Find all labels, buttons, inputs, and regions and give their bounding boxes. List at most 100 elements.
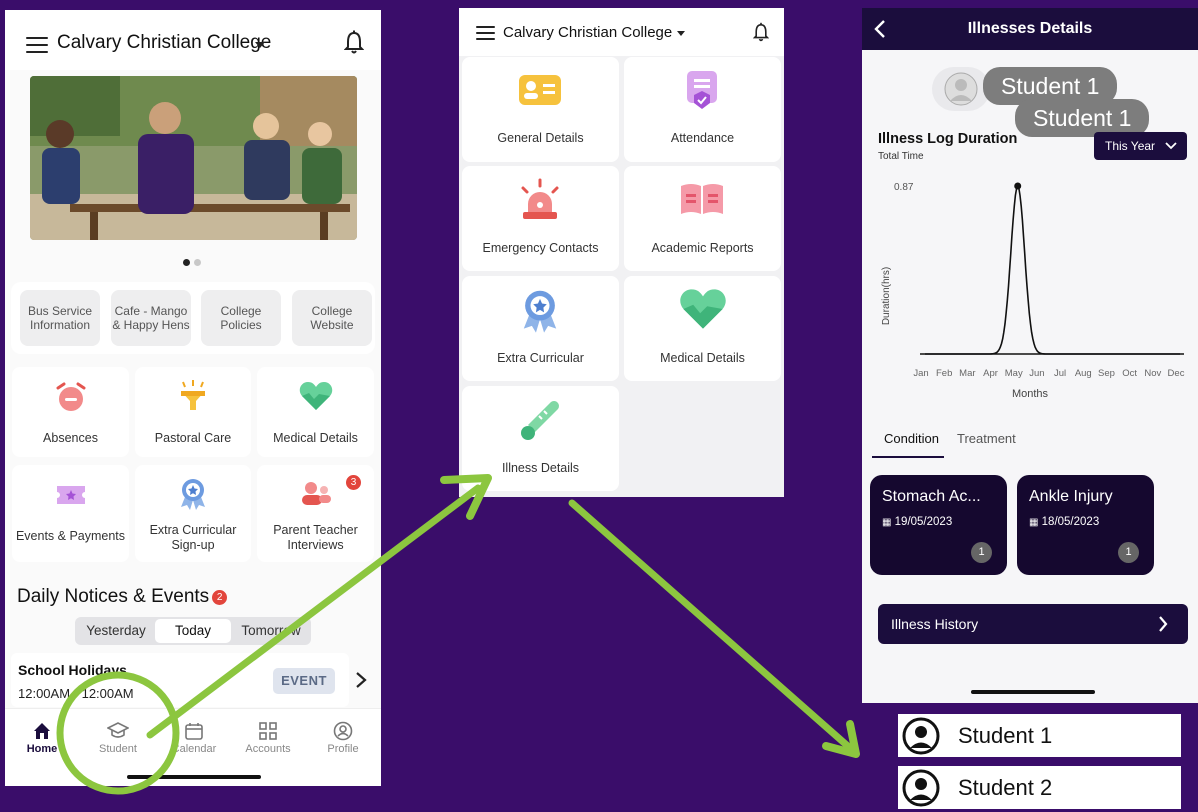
quick-link-bus-service[interactable]: Bus Service Information	[20, 290, 100, 346]
bottom-tab-bar: Home Student Calendar Accounts Profile	[5, 708, 381, 786]
bell-icon[interactable]	[753, 22, 769, 42]
x-tick-label: Nov	[1144, 368, 1161, 379]
menu-icon[interactable]	[26, 37, 48, 53]
period-label: This Year	[1105, 139, 1156, 153]
home-indicator	[971, 690, 1095, 694]
condition-date-text: 18/05/2023	[1041, 516, 1100, 528]
menu-general-details[interactable]: General Details	[462, 57, 619, 162]
condition-card[interactable]: Stomach Ac... ▦ 19/05/2023 1	[870, 475, 1007, 575]
book-icon	[681, 184, 723, 214]
tab-accounts[interactable]: Accounts	[233, 721, 303, 755]
menu-label: General Details	[497, 131, 584, 145]
condition-date: ▦ 18/05/2023	[1029, 516, 1099, 528]
chart-title: Illness Log Duration	[878, 131, 1018, 147]
tile-extra-curricular-signup[interactable]: Extra Curricular Sign-up	[135, 465, 251, 562]
tile-parent-teacher-interviews[interactable]: 3 Parent Teacher Interviews	[257, 465, 374, 562]
illness-history-button[interactable]: Illness History	[878, 604, 1188, 644]
menu-medical-details[interactable]: Medical Details	[624, 276, 781, 381]
x-axis-label: Months	[1012, 388, 1049, 400]
school-selector[interactable]: Calvary Christian College	[503, 24, 672, 41]
x-tick-label: Jan	[913, 368, 928, 379]
condition-date-text: 19/05/2023	[894, 516, 953, 528]
condition-card[interactable]: Ankle Injury ▦ 18/05/2023 1	[1017, 475, 1154, 575]
segment-yesterday[interactable]: Yesterday	[79, 619, 153, 643]
calendar-icon: ▦	[1029, 517, 1039, 528]
header-bar: Illnesses Details	[862, 8, 1198, 50]
quick-link-cafe[interactable]: Cafe - Mango & Happy Hens	[111, 290, 191, 346]
tab-home[interactable]: Home	[7, 721, 77, 755]
segment-tomorrow[interactable]: Tomorrow	[233, 619, 309, 643]
menu-label: Academic Reports	[651, 241, 754, 255]
tile-label: Extra Curricular Sign-up	[149, 523, 237, 552]
id-card-icon	[519, 75, 561, 105]
student-name: Student 2	[958, 775, 1053, 800]
quick-link-college-website[interactable]: College Website	[292, 290, 372, 346]
award-icon	[523, 290, 557, 333]
tab-label: Calendar	[171, 743, 217, 755]
menu-attendance[interactable]: Attendance	[624, 57, 781, 162]
chevron-right-icon[interactable]	[355, 671, 367, 689]
condition-count-badge: 1	[1118, 542, 1139, 563]
tile-label: Pastoral Care	[154, 431, 232, 445]
menu-label: Attendance	[670, 131, 735, 145]
tab-profile[interactable]: Profile	[308, 721, 378, 755]
notices-title: Daily Notices & Events	[17, 586, 210, 607]
quick-link-college-policies[interactable]: College Policies	[201, 290, 281, 346]
chart-subtitle: Total Time	[878, 151, 924, 162]
arrow-to-student-list	[568, 499, 854, 752]
tile-events-payments[interactable]: Events & Payments	[12, 465, 129, 562]
condition-count-badge: 1	[971, 542, 992, 563]
home-indicator	[127, 775, 261, 779]
home-screen: Calvary Christian College Bus Service In…	[5, 10, 381, 786]
menu-emergency-contacts[interactable]: Emergency Contacts	[462, 166, 619, 271]
period-dropdown[interactable]: This Year	[1094, 132, 1187, 160]
active-tab-underline	[872, 456, 944, 458]
carousel-dots[interactable]	[183, 253, 205, 271]
x-tick-labels: Jan Feb Mar Apr May Jun Jul Aug Sep Oct Nov Dec	[913, 368, 1184, 379]
top-bar: Calvary Christian College	[5, 10, 381, 70]
illness-details-screen: Illnesses Details Student 1 Student 1 Il…	[862, 8, 1198, 703]
peak-value-label: 0.87	[894, 182, 914, 193]
bell-icon[interactable]	[344, 30, 364, 54]
chevron-down-icon	[1165, 142, 1177, 150]
thermometer-icon	[521, 401, 559, 440]
menu-illness-details[interactable]: Illness Details	[462, 386, 619, 491]
segment-today[interactable]: Today	[155, 619, 231, 643]
notice-item[interactable]: School Holidays 12:00AM - 12:00AM EVENT	[11, 653, 367, 707]
illness-history-label: Illness History	[891, 616, 979, 632]
x-tick-label: Sep	[1098, 368, 1115, 379]
tile-medical-details[interactable]: Medical Details	[257, 367, 374, 457]
menu-academic-reports[interactable]: Academic Reports	[624, 166, 781, 271]
menu-extra-curricular[interactable]: Extra Curricular	[462, 276, 619, 381]
student-option-2[interactable]: Student 2	[898, 766, 1181, 809]
menu-icon[interactable]	[476, 26, 495, 40]
tile-pastoral-care[interactable]: Pastoral Care	[135, 367, 251, 457]
student-switcher[interactable]	[932, 67, 990, 111]
chevron-down-icon[interactable]	[677, 31, 685, 36]
ticket-icon	[57, 486, 85, 504]
tab-treatment[interactable]: Treatment	[957, 431, 1016, 446]
chevron-down-icon[interactable]	[255, 42, 265, 48]
graduation-cap-icon	[107, 722, 129, 738]
award-icon	[181, 479, 205, 510]
school-selector[interactable]: Calvary Christian College	[57, 32, 271, 54]
x-tick-label: Mar	[959, 368, 975, 379]
menu-label: Illness Details	[501, 461, 580, 475]
x-tick-label: Dec	[1168, 368, 1185, 379]
tile-label: Medical Details	[273, 431, 358, 445]
student-option-1[interactable]: Student 1	[898, 714, 1181, 757]
tile-absences[interactable]: Absences	[12, 367, 129, 457]
tab-condition[interactable]: Condition	[884, 431, 939, 446]
alarm-clock-icon	[56, 382, 86, 411]
illness-duration-chart: Duration(hrs) Months 0.87 Jan Feb Mar Apr Ma…	[881, 182, 1185, 400]
x-tick-label: Oct	[1122, 368, 1137, 379]
condition-date: ▦ 19/05/2023	[882, 516, 952, 528]
day-segmented-control: Yesterday Today Tomorrow	[75, 617, 311, 645]
peak-point	[1014, 182, 1022, 190]
tab-calendar[interactable]: Calendar	[159, 721, 229, 755]
calendar-icon: ▦	[882, 517, 892, 528]
tab-label: Home	[26, 743, 58, 755]
tab-student[interactable]: Student	[83, 721, 153, 755]
notice-title: School Holidays	[18, 662, 127, 678]
notices-header: Daily Notices & Events 2	[17, 586, 228, 608]
